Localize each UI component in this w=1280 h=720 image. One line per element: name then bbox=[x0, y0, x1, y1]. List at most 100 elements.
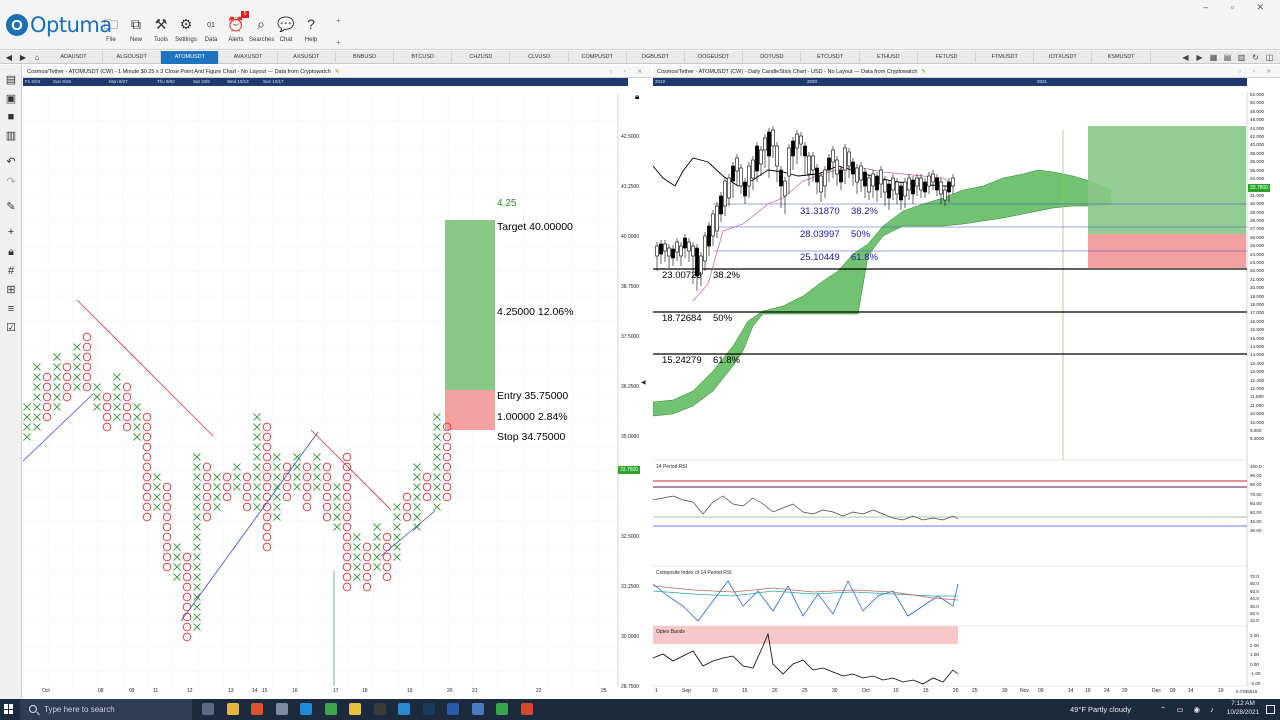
edge-browser-icon[interactable] bbox=[300, 703, 312, 715]
tab-ftmusdt[interactable]: FTMUSDT bbox=[976, 51, 1035, 64]
redo-icon[interactable]: ↷ bbox=[4, 175, 18, 189]
clock-date[interactable]: 10/28/2021 bbox=[1222, 709, 1264, 716]
candle-body bbox=[795, 133, 799, 149]
scroll-right-icon[interactable]: ◀ bbox=[641, 379, 646, 386]
help-button[interactable]: ? Help bbox=[299, 14, 323, 48]
fibonacci-level-percent: 61.8% bbox=[713, 355, 740, 366]
price-axis-label: 11.000 bbox=[1250, 402, 1264, 408]
tab-fetusd[interactable]: FETUSD bbox=[918, 51, 976, 64]
print-icon[interactable]: ▥ bbox=[4, 129, 18, 143]
tab-btcusd[interactable]: BTCUSD bbox=[394, 51, 453, 64]
tab-ksmusdt[interactable]: KSMUSDT bbox=[1093, 51, 1151, 64]
chrome-profile-icon[interactable] bbox=[349, 703, 361, 715]
tab-forward-icon[interactable]: ▶ bbox=[16, 51, 30, 64]
scroll-tabs-right-icon[interactable]: ▶ bbox=[1194, 52, 1205, 63]
candle-body bbox=[839, 169, 843, 183]
tab-chzusd[interactable]: CHZUSD bbox=[452, 51, 511, 64]
pf-x-box bbox=[353, 543, 361, 551]
alerts-button[interactable]: ⏰ 5 Alerts bbox=[224, 11, 249, 48]
camtasia-icon[interactable] bbox=[496, 703, 508, 715]
steam-icon[interactable] bbox=[422, 703, 435, 715]
save-icon[interactable]: ■ bbox=[4, 110, 18, 124]
tab-dogeusdt[interactable]: DOGEUSDT bbox=[685, 51, 744, 64]
chrome-browser-icon[interactable] bbox=[324, 703, 337, 715]
pen-tool-icon[interactable]: ✎ bbox=[4, 200, 18, 214]
layout-icon[interactable]: ▤ bbox=[1222, 52, 1233, 63]
candlestick-chart[interactable] bbox=[653, 86, 1280, 696]
tab-dotusd[interactable]: DOTUSD bbox=[743, 51, 802, 64]
time-axis-label: 10 bbox=[712, 688, 718, 694]
scroll-tabs-left-icon[interactable]: ◀ bbox=[1180, 52, 1191, 63]
tab-algousdt[interactable]: ALGOUSDT bbox=[103, 51, 162, 64]
refresh-icon[interactable]: ↻ bbox=[1250, 52, 1261, 63]
pf-o-box bbox=[122, 402, 132, 412]
tab-bnbusd[interactable]: BNBUSD bbox=[336, 51, 394, 64]
snap-icon[interactable]: ⊞ bbox=[4, 283, 18, 297]
pf-o-box bbox=[442, 472, 452, 482]
clock-time[interactable]: 7:12 AM bbox=[1228, 700, 1258, 707]
notification-icon[interactable] bbox=[1266, 705, 1275, 714]
tab-iotxusdt[interactable]: IOTXUSDT bbox=[1034, 51, 1093, 64]
tab-etcusdt[interactable]: ETCUSDT bbox=[802, 51, 860, 64]
searches-button[interactable]: ⌕ Searches bbox=[249, 14, 274, 48]
tab-dgbusdt[interactable]: DGBUSDT bbox=[627, 51, 685, 64]
tab-avaxusdt[interactable]: AVAXUSDT bbox=[220, 51, 278, 64]
new-button[interactable]: ⧉ New bbox=[124, 14, 148, 48]
candle-body bbox=[899, 185, 903, 201]
settings-button[interactable]: ⚙ Settings bbox=[174, 14, 198, 48]
window-controls[interactable]: – ▫ ✕ bbox=[1203, 2, 1274, 13]
pf-x-box bbox=[273, 463, 281, 471]
tab-compusdt[interactable]: COMPUSDT bbox=[569, 51, 627, 64]
composite-index-line bbox=[653, 580, 959, 622]
word-icon[interactable] bbox=[447, 703, 459, 715]
page-icon[interactable]: ▤ bbox=[4, 73, 18, 87]
media-icon[interactable] bbox=[471, 703, 484, 715]
tab-atomusdt[interactable]: ATOMUSDT bbox=[161, 51, 220, 64]
pf-x-box bbox=[253, 493, 261, 501]
taskbar-search-box[interactable]: Type here to search bbox=[20, 699, 192, 720]
system-tray[interactable]: ⌃ ▭ ◉ ♪ bbox=[1160, 705, 1218, 714]
pf-o-box bbox=[42, 382, 52, 392]
chat-button[interactable]: 💬 Chat bbox=[274, 14, 298, 48]
home-icon[interactable]: ⌂ bbox=[30, 51, 44, 64]
undo-icon[interactable]: ↶ bbox=[4, 155, 18, 169]
windows-start-icon[interactable] bbox=[4, 704, 14, 714]
tools-button[interactable]: ⚒ Tools bbox=[149, 14, 173, 48]
task-view-icon[interactable] bbox=[202, 703, 214, 715]
left-panel-controls[interactable]: ○ ▫ ✕ bbox=[609, 66, 647, 77]
ribbon-expander-icon[interactable]: + + bbox=[336, 10, 341, 54]
pf-o-box bbox=[342, 492, 352, 502]
fibonacci-level-percent: 50% bbox=[851, 229, 871, 240]
photos-icon[interactable] bbox=[275, 703, 288, 715]
open-icon[interactable]: ▣ bbox=[4, 92, 18, 106]
split-icon[interactable]: ◫ bbox=[1264, 52, 1275, 63]
terminal-icon[interactable] bbox=[373, 703, 386, 715]
brave-browser-icon[interactable] bbox=[251, 703, 263, 715]
tile-icon[interactable]: ▥ bbox=[1236, 52, 1247, 63]
tab-ethusd[interactable]: ETHUSD bbox=[860, 51, 918, 64]
right-panel-controls[interactable]: ○ ▫ ✕ bbox=[1238, 66, 1276, 77]
tab-axsusdt[interactable]: AXSUSDT bbox=[278, 51, 336, 64]
chrome-dev-icon[interactable] bbox=[398, 703, 410, 715]
time-axis-label: 20 bbox=[953, 688, 959, 694]
tab-clvusd[interactable]: CLVUSD bbox=[511, 51, 569, 64]
data-button[interactable]: 01 Data bbox=[199, 14, 223, 48]
file-button[interactable]: 🗀 File bbox=[99, 14, 123, 48]
pf-o-box bbox=[42, 412, 52, 422]
crosshair-icon[interactable]: + bbox=[4, 225, 18, 239]
lock-icon[interactable]: 🔒︎ bbox=[4, 245, 18, 259]
price-axis-label: 46.000 bbox=[1250, 117, 1265, 123]
weather-widget[interactable]: 49°F Partly cloudy bbox=[1070, 705, 1131, 714]
grid-icon[interactable]: # bbox=[4, 264, 18, 278]
pf-o-box bbox=[82, 382, 92, 392]
file-explorer-icon[interactable] bbox=[226, 703, 239, 715]
price-axis-label: 34.000 bbox=[1250, 176, 1265, 181]
optuma-taskbar-icon[interactable] bbox=[520, 703, 533, 715]
pf-o-box bbox=[402, 492, 412, 502]
tab-back-icon[interactable]: ◀ bbox=[2, 51, 16, 64]
time-axis-label: 20 bbox=[447, 688, 453, 694]
tab-adausdt[interactable]: ADAUSDT bbox=[45, 51, 103, 64]
checklist-icon[interactable]: ☑ bbox=[4, 321, 18, 335]
grid-layout-icon[interactable]: ▦ bbox=[1208, 52, 1219, 63]
list-icon[interactable]: ≡ bbox=[4, 302, 18, 316]
